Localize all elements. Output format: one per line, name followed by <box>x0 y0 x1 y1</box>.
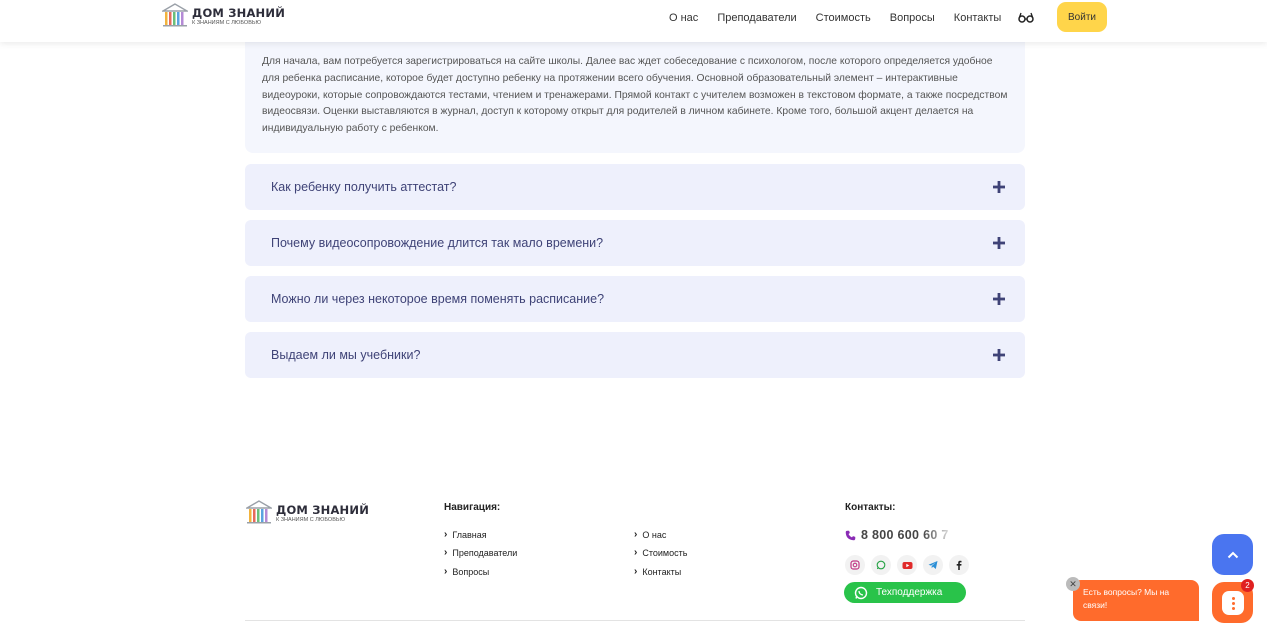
house-logo-icon <box>162 3 188 27</box>
nav-link-faq[interactable]: Вопросы <box>890 11 935 25</box>
footer-link-faq[interactable]: › Вопросы <box>444 566 489 577</box>
tech-support-button[interactable]: Техподдержка <box>844 582 966 603</box>
nav-link-contacts[interactable]: Контакты <box>954 11 1002 25</box>
chevron-right-icon: › <box>634 547 638 558</box>
chevron-right-icon: › <box>444 566 448 577</box>
login-button[interactable]: Войти <box>1057 2 1107 32</box>
plus-icon <box>993 293 1005 305</box>
faq-item[interactable]: Можно ли через некоторое время поменять … <box>245 276 1025 322</box>
footer-link-home[interactable]: › Главная <box>444 529 487 540</box>
footer-divider <box>245 620 1025 621</box>
faq-item[interactable]: Как ребенку получить аттестат? <box>245 164 1025 210</box>
nav-link-pricing[interactable]: Стоимость <box>816 11 871 25</box>
house-logo-icon <box>246 500 272 524</box>
chat-prompt-bubble[interactable]: Есть вопросы? Мы на связи! <box>1073 580 1199 621</box>
footer-logo-subtitle: К ЗНАНИЯМ С ЛЮБОВЬЮ <box>276 517 346 523</box>
faq-answer-text: Для начала, вам потребуется зарегистриро… <box>262 56 1008 135</box>
phone-number: 8 800 600 60 7 <box>861 528 949 542</box>
nav-link-about[interactable]: О нас <box>669 11 698 25</box>
scroll-to-top-button[interactable] <box>1212 534 1253 575</box>
footer-link-about[interactable]: › О нас <box>634 529 666 540</box>
footer-logo-title: ДОМ ЗНАНИЙ <box>276 503 370 517</box>
faq-item[interactable]: Выдаем ли мы учебники? <box>245 332 1025 378</box>
faq-question: Выдаем ли мы учебники? <box>271 348 421 362</box>
footer-contacts-heading: Контакты: <box>845 502 896 513</box>
footer-logo[interactable]: ДОМ ЗНАНИЙ К ЗНАНИЯМ С ЛЮБОВЬЮ <box>246 500 369 524</box>
faq-question: Почему видеосопровождение длится так мал… <box>271 236 604 250</box>
faq-open-answer: Для начала, вам потребуется зарегистриро… <box>245 40 1025 153</box>
plus-icon <box>993 181 1005 193</box>
chat-icon <box>1221 590 1244 615</box>
youtube-icon[interactable] <box>897 555 917 575</box>
site-logo[interactable]: ДОМ ЗНАНИЙ К ЗНАНИЯМ С ЛЮБОВЬЮ <box>162 3 285 27</box>
site-header: ДОМ ЗНАНИЙ К ЗНАНИЯМ С ЛЮБОВЬЮ О нас Пре… <box>0 0 1267 42</box>
chevron-right-icon: › <box>634 566 638 577</box>
facebook-icon[interactable] <box>949 555 969 575</box>
instagram-icon[interactable] <box>845 555 865 575</box>
chat-unread-badge: 2 <box>1241 579 1254 592</box>
faq-item[interactable]: Почему видеосопровождение длится так мал… <box>245 220 1025 266</box>
footer-phone[interactable]: 8 800 600 60 7 <box>845 528 949 542</box>
nav-link-teachers[interactable]: Преподаватели <box>717 11 796 25</box>
tech-support-label: Техподдержка <box>876 587 943 598</box>
main-nav: О нас Преподаватели Стоимость Вопросы Ко… <box>669 11 1020 25</box>
close-icon[interactable]: ✕ <box>1066 577 1080 591</box>
chevron-right-icon: › <box>444 529 448 540</box>
chevron-up-icon <box>1227 551 1238 558</box>
accessibility-glasses-icon[interactable] <box>1018 10 1034 24</box>
social-links <box>845 555 969 575</box>
faq-question: Как ребенку получить аттестат? <box>271 180 457 194</box>
footer-link-pricing[interactable]: › Стоимость <box>634 547 687 558</box>
plus-icon <box>993 237 1005 249</box>
faq-question: Можно ли через некоторое время поменять … <box>271 292 605 306</box>
phone-icon <box>845 530 856 540</box>
footer-link-teachers[interactable]: › Преподаватели <box>444 547 517 558</box>
chevron-right-icon: › <box>634 529 638 540</box>
footer-link-contacts[interactable]: › Контакты <box>634 566 681 577</box>
logo-subtitle: К ЗНАНИЯМ С ЛЮБОВЬЮ <box>192 20 262 26</box>
footer-nav-heading: Навигация: <box>444 502 501 513</box>
telegram-icon[interactable] <box>923 555 943 575</box>
whatsapp-icon[interactable] <box>871 555 891 575</box>
chevron-right-icon: › <box>444 547 448 558</box>
plus-icon <box>993 349 1005 361</box>
logo-title: ДОМ ЗНАНИЙ <box>192 6 286 20</box>
whatsapp-icon <box>854 586 868 599</box>
